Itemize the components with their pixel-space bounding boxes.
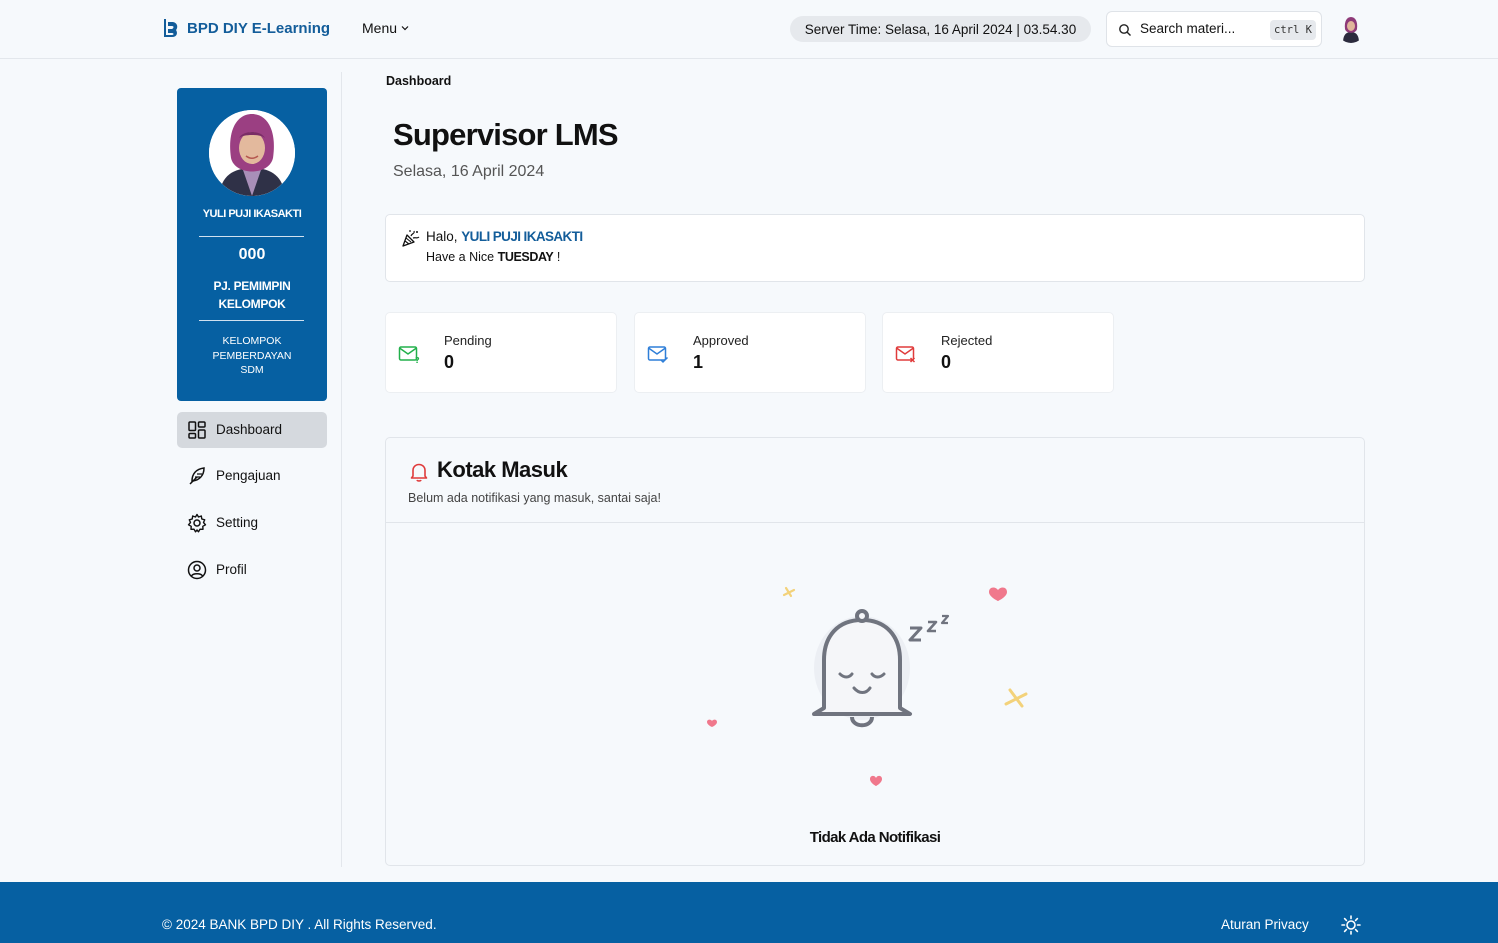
sidebar-item-label: Profil bbox=[216, 562, 247, 577]
sidebar-item-profil[interactable]: Profil bbox=[177, 552, 327, 588]
bpd-logo-icon bbox=[164, 19, 178, 37]
mail-check-icon bbox=[647, 346, 669, 364]
sidebar-divider bbox=[341, 72, 342, 867]
sidebar-item-label: Dashboard bbox=[216, 422, 283, 437]
greeting-hello: Halo, YULI PUJI IKASAKTI bbox=[426, 229, 583, 244]
profile-position: PJ. PEMIMPIN KELOMPOK bbox=[213, 279, 291, 311]
search-shortcut-badge: ctrl K bbox=[1270, 20, 1316, 40]
profile-divider bbox=[199, 320, 304, 321]
greeting-suffix: ! bbox=[556, 250, 561, 264]
profile-photo bbox=[209, 110, 295, 196]
stat-value: 1 bbox=[693, 352, 704, 372]
greeting-prefix: Have a Nice bbox=[426, 250, 495, 264]
page-title: Supervisor LMS bbox=[393, 117, 619, 152]
mail-pending-icon: ? bbox=[398, 346, 420, 364]
search-placeholder: Search materi... bbox=[1140, 21, 1236, 36]
stat-card-pending[interactable]: ? Pending 0 bbox=[385, 312, 617, 393]
greeting-day: TUESDAY bbox=[497, 250, 554, 264]
inbox-panel: Kotak Masuk Belum ada notifikasi yang ma… bbox=[385, 437, 1365, 866]
party-popper-icon bbox=[402, 230, 420, 247]
profile-unit: KELOMPOK PEMBERDAYAN SDM bbox=[212, 335, 292, 376]
inbox-title: Kotak Masuk bbox=[437, 457, 568, 482]
menu-dropdown[interactable]: Menu bbox=[362, 20, 409, 36]
search-icon bbox=[1119, 24, 1131, 36]
feather-pen-icon bbox=[189, 467, 205, 485]
breadcrumb: Dashboard bbox=[386, 74, 452, 88]
inbox-empty-text: Tidak Ada Notifikasi bbox=[809, 829, 941, 846]
sidebar-item-label: Pengajuan bbox=[216, 468, 281, 483]
brand-name: BPD DIY E-Learning bbox=[187, 19, 331, 37]
profile-name: YULI PUJI IKASAKTI bbox=[202, 208, 302, 220]
privacy-link[interactable]: Aturan Privacy bbox=[1221, 917, 1309, 932]
user-avatar[interactable] bbox=[1337, 15, 1365, 43]
sidebar-item-setting[interactable]: Setting bbox=[177, 505, 327, 541]
page-date: Selasa, 16 April 2024 bbox=[393, 163, 545, 180]
search-input[interactable]: Search materi... ctrl K bbox=[1106, 11, 1322, 47]
dashboard-grid-icon bbox=[188, 421, 206, 439]
svg-text:?: ? bbox=[415, 356, 420, 364]
sun-theme-toggle-icon[interactable] bbox=[1341, 915, 1361, 935]
top-navbar: BPD DIY E-Learning Menu Server Time: Sel… bbox=[0, 0, 1498, 59]
stat-value: 0 bbox=[941, 352, 952, 372]
footer: © 2024 BANK BPD DIY . All Rights Reserve… bbox=[0, 882, 1498, 943]
profile-divider bbox=[199, 236, 304, 237]
greeting-user-name: YULI PUJI IKASAKTI bbox=[461, 229, 583, 244]
stat-label: Rejected bbox=[941, 333, 993, 348]
greeting-card: Halo, YULI PUJI IKASAKTI Have a Nice TUE… bbox=[385, 214, 1365, 282]
greeting-hello-text: Halo, bbox=[426, 229, 458, 244]
bell-icon bbox=[410, 463, 428, 482]
sidebar-item-dashboard[interactable]: Dashboard bbox=[177, 412, 327, 448]
profile-card: YULI PUJI IKASAKTI 000 PJ. PEMIMPIN KELO… bbox=[177, 88, 327, 401]
mail-x-icon bbox=[895, 346, 916, 363]
stat-value: 0 bbox=[444, 352, 455, 372]
sidebar-item-pengajuan[interactable]: Pengajuan bbox=[177, 458, 327, 494]
stat-label: Approved bbox=[693, 333, 749, 348]
footer-copyright: © 2024 BANK BPD DIY . All Rights Reserve… bbox=[162, 917, 437, 932]
brand-link[interactable]: BPD DIY E-Learning bbox=[162, 17, 330, 39]
stat-card-rejected[interactable]: Rejected 0 bbox=[882, 312, 1114, 393]
server-time-badge: Server Time: Selasa, 16 April 2024 | 03.… bbox=[790, 16, 1091, 42]
inbox-header: Kotak Masuk Belum ada notifikasi yang ma… bbox=[386, 438, 1364, 523]
chevron-down-icon bbox=[401, 26, 409, 31]
sleeping-bell-illustration bbox=[707, 586, 1028, 786]
stat-label: Pending bbox=[444, 333, 492, 348]
stat-card-approved[interactable]: Approved 1 bbox=[634, 312, 866, 393]
sidebar-item-label: Setting bbox=[216, 515, 259, 530]
gear-icon bbox=[187, 513, 207, 533]
profile-code: 000 bbox=[238, 246, 266, 263]
menu-label: Menu bbox=[362, 20, 398, 36]
greeting-message: Have a Nice TUESDAY ! bbox=[426, 250, 560, 264]
user-circle-icon bbox=[187, 560, 207, 580]
inbox-subtitle: Belum ada notifikasi yang masuk, santai … bbox=[408, 491, 661, 505]
